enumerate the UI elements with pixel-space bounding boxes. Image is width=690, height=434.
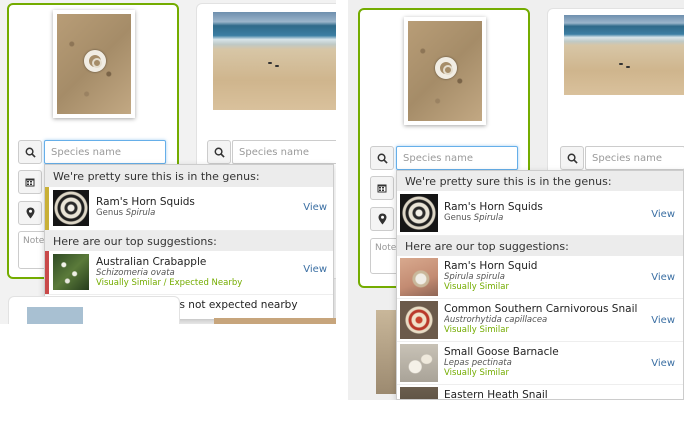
bird-mark <box>268 62 272 64</box>
suggestion-row[interactable]: Ram's Horn Squid Spirula spirula Visuall… <box>397 256 683 299</box>
sand-photo-strip <box>214 318 336 324</box>
suggestion-row[interactable]: Australian Crabapple Schizomeria ovata V… <box>45 251 333 295</box>
search-icon <box>377 153 388 164</box>
scientific-name: Spirula <box>473 213 504 223</box>
view-link[interactable]: View <box>651 358 675 369</box>
suggestion-tag: Visually Similar <box>444 325 509 335</box>
bird-mark <box>619 63 623 65</box>
suggestion-tag: Visually Similar / Expected Nearby <box>96 278 243 288</box>
suggestion-name: Ram's Horn Squids <box>444 201 543 213</box>
ammonite-photo <box>53 190 89 226</box>
photo-strip <box>27 307 83 324</box>
scientific-name: Schizomeria ovata <box>96 268 175 278</box>
notes-placeholder: Note <box>375 243 397 253</box>
suggestion-tag: Visually Similar <box>444 282 509 292</box>
search-icon <box>567 153 578 164</box>
calendar-icon <box>25 178 35 187</box>
nearby-bar <box>45 251 49 294</box>
suggestion-name: Ram's Horn Squids <box>96 196 195 208</box>
genus-header: We're pretty sure this is in the genus: <box>397 171 683 191</box>
beach-photo[interactable] <box>564 15 684 95</box>
scientific-name: Spirula spirula <box>444 272 505 282</box>
view-link[interactable]: View <box>651 315 675 326</box>
suggestions-header: Here are our top suggestions: <box>397 236 683 256</box>
rank-label: Genus <box>96 208 124 218</box>
view-link[interactable]: View <box>303 202 327 213</box>
date-button[interactable] <box>18 170 42 194</box>
search-icon <box>25 147 36 158</box>
scientific-name: Spirula <box>125 208 156 218</box>
location-pin-icon <box>378 213 386 225</box>
suggestions-header: Here are our top suggestions: <box>45 231 333 251</box>
suggestion-name: Eastern Heath Snail <box>444 389 548 400</box>
view-link[interactable]: View <box>651 272 675 283</box>
location-pin-icon <box>26 207 34 219</box>
view-link[interactable]: View <box>651 209 675 220</box>
date-button[interactable] <box>370 176 394 200</box>
genus-suggestion-row[interactable]: Ram's Horn Squids Genus Spirula View <box>397 191 683 236</box>
species-name-input-2[interactable] <box>232 140 336 164</box>
barnacle-photo <box>400 344 438 382</box>
bird-mark <box>626 66 630 68</box>
calendar-icon <box>377 184 387 193</box>
species-name-input[interactable] <box>396 146 518 170</box>
genus-header-text: We're pretty sure this is in the genus: <box>53 169 260 183</box>
search-button[interactable] <box>207 140 231 164</box>
species-name-input-2[interactable] <box>585 146 684 170</box>
snail-photo <box>400 301 438 339</box>
suggestion-row[interactable]: Small Goose Barnacle Lepas pectinata Vis… <box>397 342 683 385</box>
suggestion-row[interactable]: Eastern Heath Snail <box>397 385 683 400</box>
observation-card-bottom[interactable] <box>8 296 180 324</box>
observation-photo-thumbnail[interactable] <box>53 10 135 118</box>
rank-label: Genus <box>444 213 472 223</box>
genus-header: We're pretty sure this is in the genus: <box>45 165 333 187</box>
shell-icon <box>84 50 106 72</box>
search-button[interactable] <box>560 146 584 170</box>
suggestion-name: Ram's Horn Squid <box>444 260 538 272</box>
genus-bar <box>45 187 49 230</box>
location-button[interactable] <box>18 201 42 225</box>
left-screenshot-panel: Note We're pretty sure this is in the ge… <box>0 0 336 324</box>
right-screenshot-panel: Note We're pretty sure this is in the ge… <box>348 0 684 400</box>
view-link[interactable]: View <box>303 264 327 275</box>
search-icon <box>214 147 225 158</box>
hand-shell-photo <box>400 258 438 296</box>
genus-suggestion-row[interactable]: Ram's Horn Squids Genus Spirula View <box>45 187 333 231</box>
genus-header-text: We're pretty sure this is in the genus: <box>405 174 612 188</box>
ammonite-photo <box>400 194 438 232</box>
scientific-name: Lepas pectinata <box>444 358 512 368</box>
shell-icon <box>435 57 457 79</box>
species-name-input[interactable] <box>44 140 166 164</box>
suggestion-tag: Visually Similar <box>444 368 509 378</box>
suggestion-name: Australian Crabapple <box>96 256 207 268</box>
scientific-name: Austrorhytida capillacea <box>444 315 548 325</box>
shell-on-sand-photo <box>57 14 131 114</box>
search-button[interactable] <box>370 146 394 170</box>
suggestion-name: Small Goose Barnacle <box>444 346 559 358</box>
bird-mark <box>275 65 279 67</box>
location-button[interactable] <box>370 207 394 231</box>
suggestion-row[interactable]: Common Southern Carnivorous Snail Austro… <box>397 299 683 342</box>
heath-snail-photo <box>400 387 438 399</box>
notes-placeholder: Note <box>23 236 45 246</box>
suggestion-name: Common Southern Carnivorous Snail <box>444 303 638 315</box>
suggestions-header-text: Here are our top suggestions: <box>53 234 217 248</box>
search-button[interactable] <box>18 140 42 164</box>
observation-photo-thumbnail[interactable] <box>404 17 486 125</box>
crabapple-photo <box>53 254 89 290</box>
beach-photo[interactable] <box>213 12 336 110</box>
shell-on-sand-photo <box>408 21 482 121</box>
species-suggestion-dropdown: We're pretty sure this is in the genus: … <box>396 170 684 400</box>
suggestions-header-text: Here are our top suggestions: <box>405 239 569 253</box>
